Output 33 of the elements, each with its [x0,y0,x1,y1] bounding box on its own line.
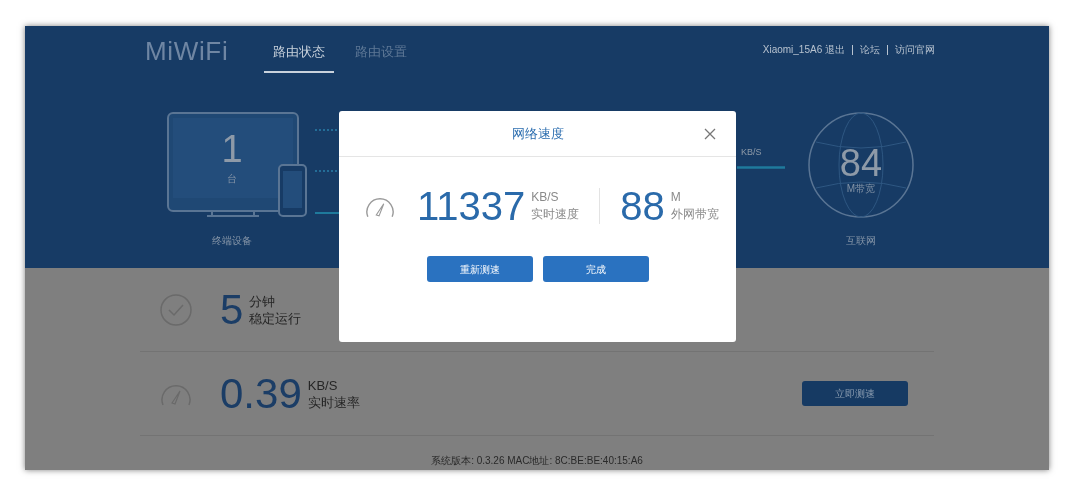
stat-unit: KB/S [307,376,339,394]
header-link[interactable]: Xiaomi_15A6 退出 [762,42,845,57]
speed-unit: KB/S [531,189,560,206]
logo: MiWiFi [145,38,229,64]
stat-label: 稳定运行 [249,309,302,327]
devices-label: 终端设备 [211,234,253,248]
stat-value: 5 [220,288,244,331]
speed-unit: KB/S [741,146,762,159]
speed-value: 11337 [417,186,526,226]
dialog-button[interactable]: 重新测速 [426,256,533,282]
close-icon[interactable] [704,128,716,140]
connector-line [315,212,342,214]
stat-label: 实时速率 [307,393,360,411]
stat-value: 0.39 [220,372,302,415]
connector-line [737,166,785,169]
header-link[interactable]: 访问官网 [895,42,935,57]
globe-icon [808,112,914,218]
dialog-button[interactable]: 完成 [542,256,649,282]
bandwidth-unit: M带宽 [845,182,877,196]
device-unit: 台 [226,172,238,186]
dialog-title: 网络速度 [511,124,564,143]
speed-label: 外网带宽 [670,206,719,223]
header-link[interactable]: 论坛 [860,42,880,57]
footer-text: 系统版本: 0.3.26 MAC地址: 8C:BE:BE:40:15:A6 [431,455,643,467]
bandwidth-value: 84 [838,144,884,182]
speed-unit: M [670,189,682,206]
nav-tab[interactable]: 路由状态 [264,38,335,73]
speed-value: 88 [620,186,665,226]
speed-test-button[interactable]: 立即测速 [802,381,908,406]
speed-label: 实时速度 [531,206,580,223]
stat-unit: 分钟 [249,292,277,310]
internet-label: 互联网 [845,234,877,248]
device-count: 1 [220,130,244,168]
